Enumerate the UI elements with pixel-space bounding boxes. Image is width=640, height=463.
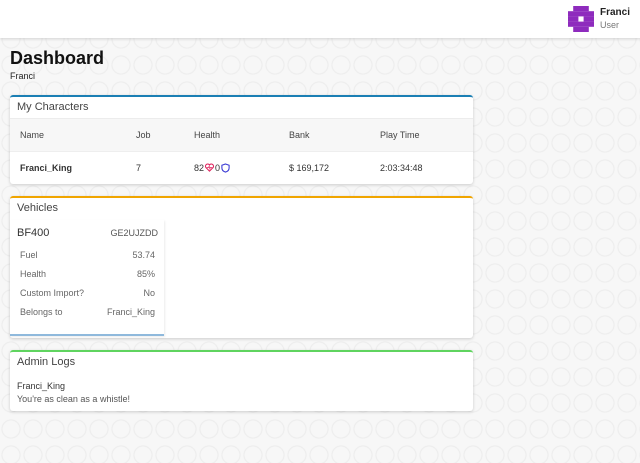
vehicle-item[interactable]: BF400 GE2UJZDD Fuel 53.74 Health 85% Cus… xyxy=(10,220,164,336)
column-header-play-time: Play Time xyxy=(380,129,420,140)
characters-card-title: My Characters xyxy=(10,97,473,119)
vehicle-field-label: Belongs to xyxy=(20,306,63,317)
vehicle-field-label: Custom Import? xyxy=(20,287,85,298)
pixel-avatar-icon xyxy=(567,6,594,32)
column-header-bank: Bank xyxy=(289,129,310,140)
column-header-name: Name xyxy=(20,129,45,140)
page-subtitle: Franci xyxy=(10,71,36,81)
vehicle-field-value: 85% xyxy=(136,268,155,279)
log-user: Franci_King xyxy=(17,381,66,391)
character-bank: $ 169,172 xyxy=(289,162,330,173)
character-health: 82 0 xyxy=(184,151,279,184)
user-info: Franci User xyxy=(600,7,630,31)
armor-value: 0 xyxy=(215,162,221,173)
vehicles-card: Vehicles BF400 GE2UJZDD Fuel 53.74 Healt… xyxy=(10,196,473,338)
table-row[interactable]: Franci_King 7 82 0 $ 169,172 2:03:34:48 xyxy=(10,151,473,184)
character-job: 7 xyxy=(136,162,142,173)
vehicle-field-label: Fuel xyxy=(20,249,38,260)
heart-icon xyxy=(205,163,215,173)
character-play-time: 2:03:34:48 xyxy=(380,162,423,173)
vehicle-model: BF400 xyxy=(17,227,50,239)
column-header-health: Health xyxy=(194,129,221,140)
vehicle-fuel-row: Fuel 53.74 xyxy=(10,245,164,264)
user-role: User xyxy=(599,20,619,30)
vehicle-field-label: Health xyxy=(20,268,47,279)
vehicles-card-title: Vehicles xyxy=(17,202,58,214)
top-navbar: Franci User xyxy=(0,0,640,38)
admin-logs-card: Admin Logs Franci_King You're as clean a… xyxy=(10,350,473,411)
user-menu[interactable]: Franci User xyxy=(567,5,630,33)
admin-logs-card-title: Admin Logs xyxy=(17,356,76,368)
shield-icon xyxy=(221,163,230,173)
vehicle-owner-row: Belongs to Franci_King xyxy=(10,302,164,321)
character-name: Franci_King xyxy=(20,162,73,173)
vehicle-field-value: Franci_King xyxy=(106,306,155,317)
vehicle-health-row: Health 85% xyxy=(10,264,164,283)
vehicle-custom-import-row: Custom Import? No xyxy=(10,283,164,302)
characters-card: My Characters Name Job Health Bank Play … xyxy=(10,95,473,184)
user-name: Franci xyxy=(599,7,630,18)
vehicle-field-value: No xyxy=(143,287,155,298)
characters-table: Name Job Health Bank Play Time Franci_Ki… xyxy=(10,119,473,184)
vehicle-plate: GE2UJZDD xyxy=(110,228,158,238)
health-value: 82 xyxy=(194,162,205,173)
vehicle-field-value: 53.74 xyxy=(132,249,155,260)
page-title: Dashboard xyxy=(10,48,105,68)
column-header-job: Job xyxy=(136,129,151,140)
table-header-row: Name Job Health Bank Play Time xyxy=(10,119,473,151)
log-message: You're as clean as a whistle! xyxy=(17,394,130,404)
